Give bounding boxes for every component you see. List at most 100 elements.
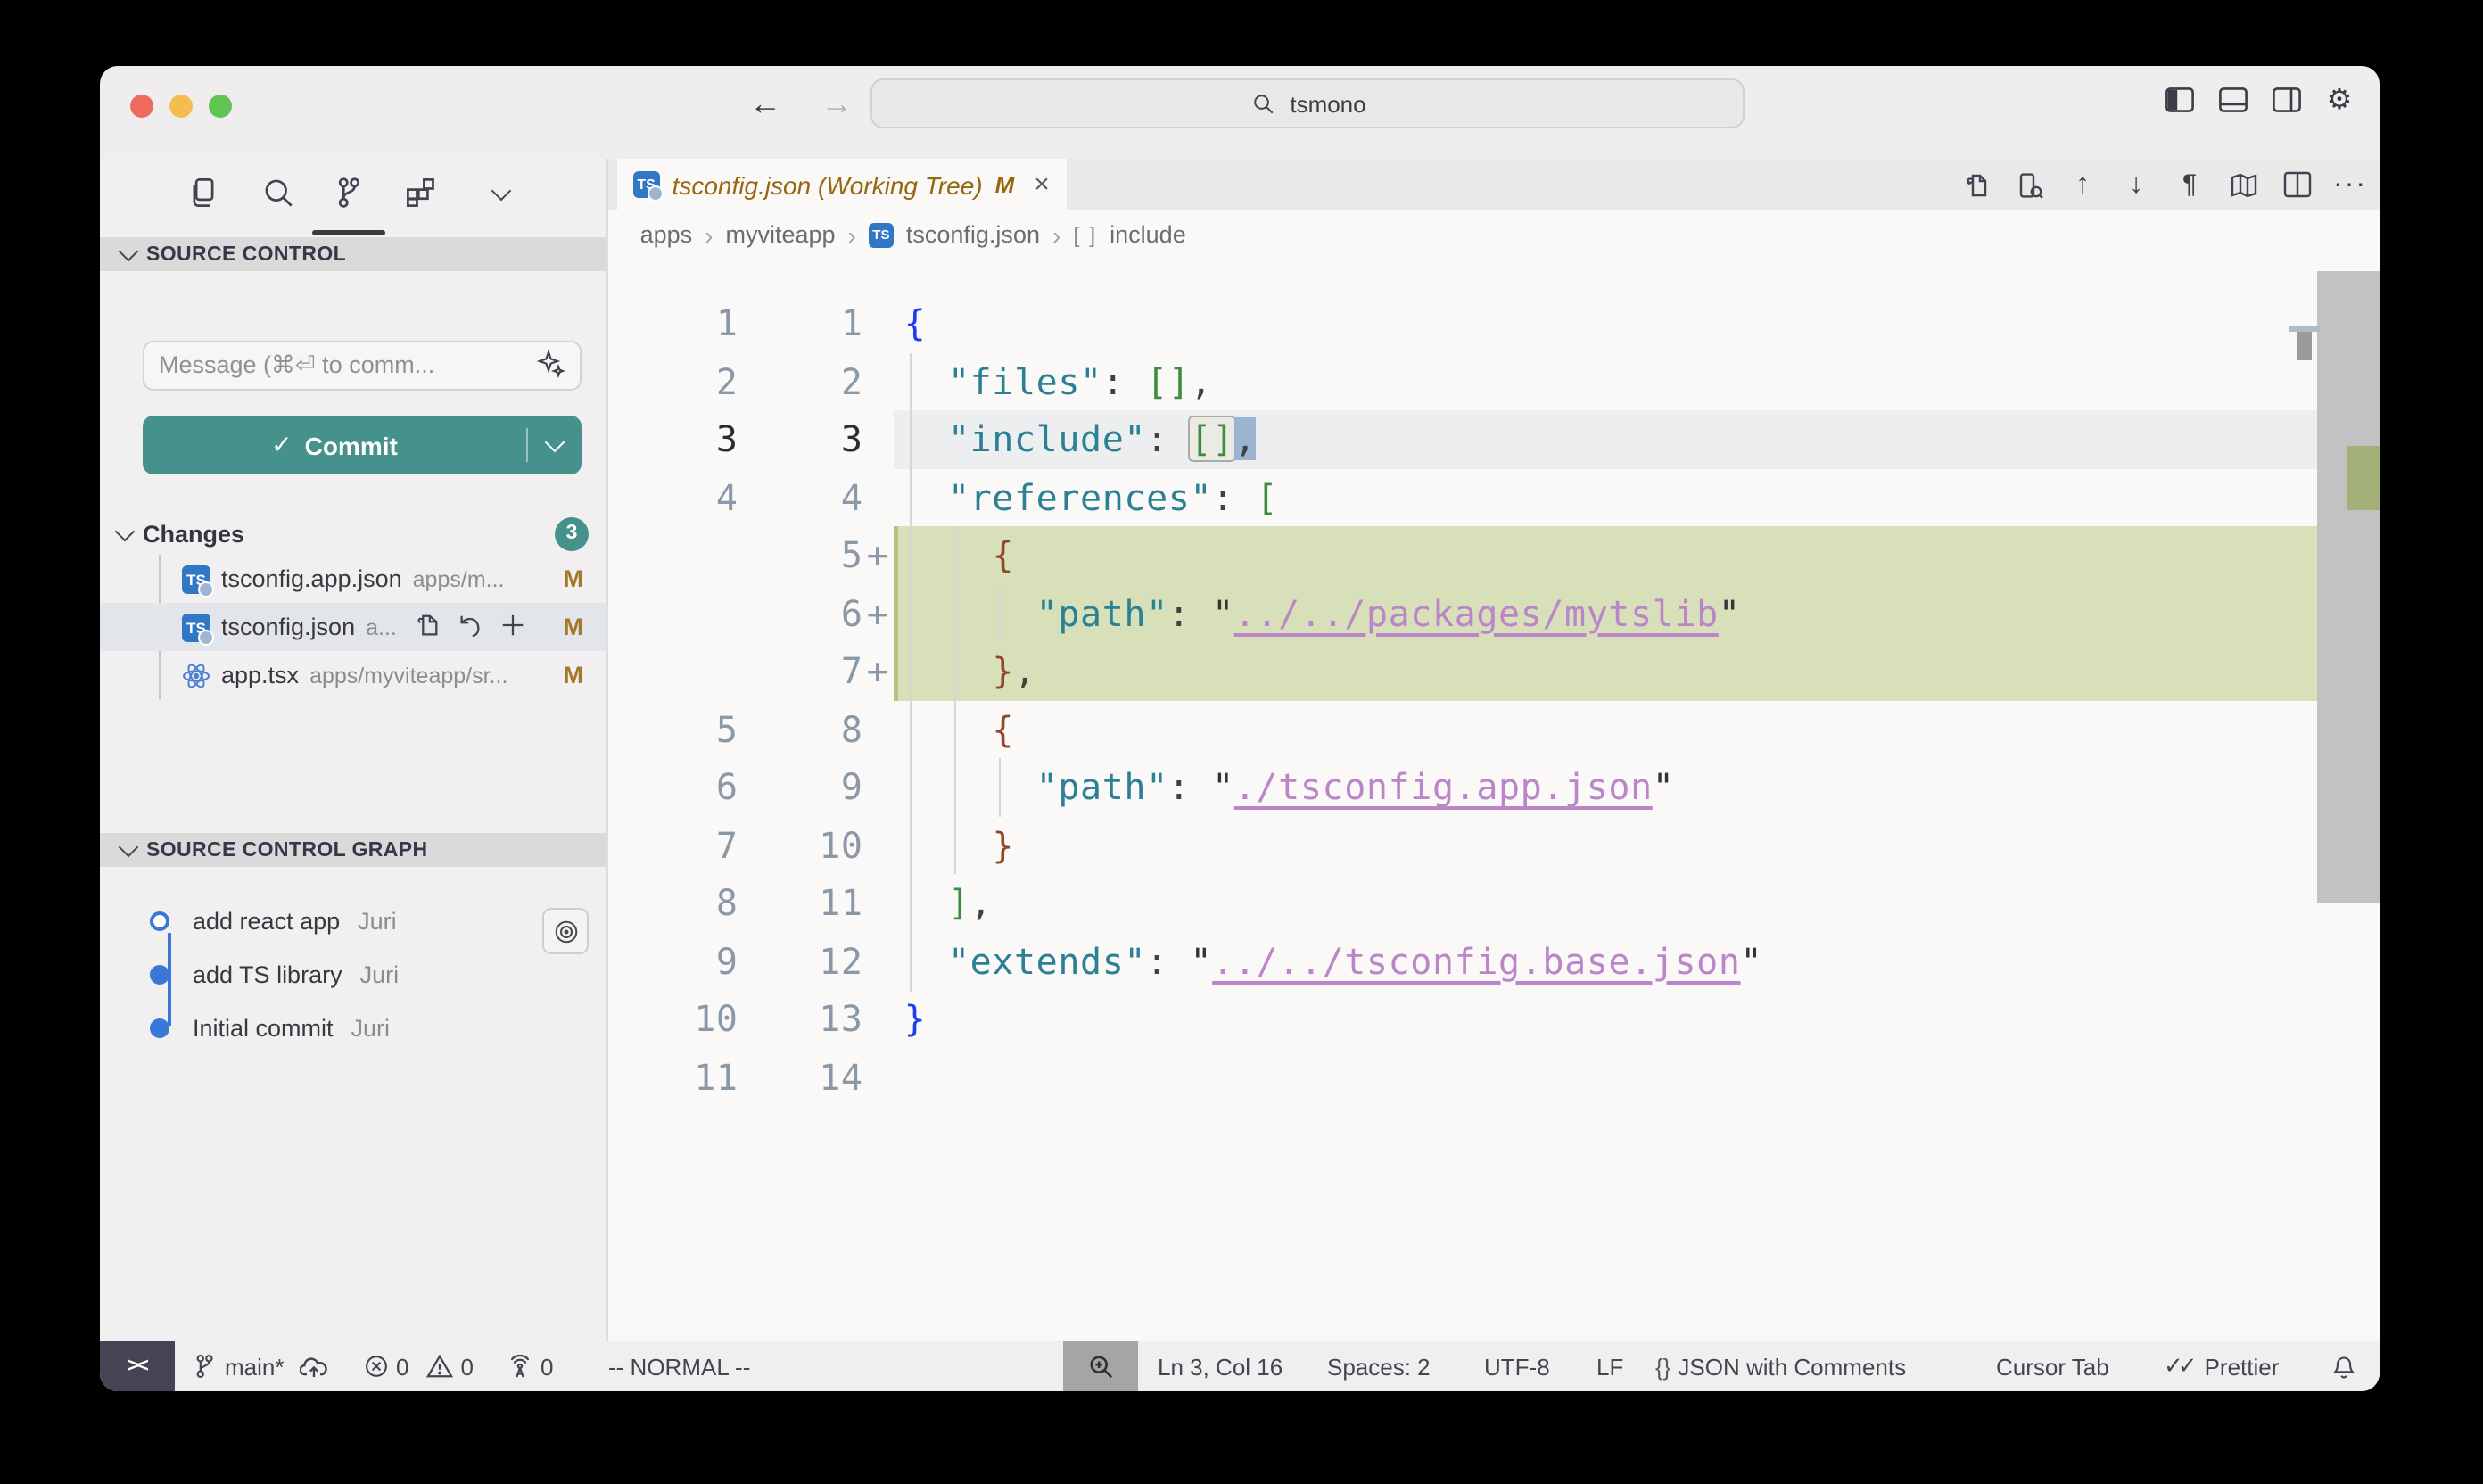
diff-added-marker <box>863 468 894 526</box>
breadcrumb-include[interactable]: include <box>1110 221 1186 248</box>
code-line[interactable]: 811 ], <box>608 874 2380 932</box>
close-window-button[interactable] <box>130 95 153 118</box>
code-lines: 11{22 "files": [],33 "include": [],44 "r… <box>608 294 2380 1106</box>
commit-message-input[interactable]: Message (⌘⏎ to comm... <box>143 341 582 391</box>
split-editor-icon[interactable] <box>2281 169 2312 200</box>
diff-added-marker <box>863 816 894 874</box>
source-control-view-icon[interactable] <box>326 169 373 216</box>
commit-row-add-react-app[interactable]: add react app Juri <box>100 897 606 944</box>
more-actions-icon[interactable]: ··· <box>2335 169 2365 200</box>
file-row-tsconfig-json[interactable]: TS tsconfig.json a... M <box>100 603 606 651</box>
code-line[interactable]: 11{ <box>608 294 2380 352</box>
language-mode-item[interactable]: {} JSON with Comments <box>1655 1341 1906 1391</box>
code-line[interactable]: 69 "path": "./tsconfig.app.json" <box>608 758 2380 816</box>
breadcrumb-tsconfig-json[interactable]: tsconfig.json <box>906 221 1040 248</box>
source-control-graph-header[interactable]: SOURCE CONTROL GRAPH <box>100 833 606 867</box>
new-line-number: 12 <box>738 932 863 990</box>
more-views-chevron-icon[interactable] <box>478 169 524 216</box>
ports-status-item[interactable]: 0 <box>507 1341 553 1391</box>
file-row-tsconfig-app-json[interactable]: TS tsconfig.app.json apps/m... M <box>100 555 606 603</box>
settings-gear-icon[interactable]: ⚙ <box>2324 84 2355 114</box>
commit-dropdown-button[interactable] <box>528 441 582 449</box>
code-line[interactable]: 58 { <box>608 700 2380 758</box>
new-line-number: 1 <box>738 294 863 352</box>
indentation-item[interactable]: Spaces: 2 <box>1327 1341 1431 1391</box>
formatter-item[interactable]: ✓✓ Prettier <box>2164 1341 2279 1391</box>
code-line[interactable]: 1013} <box>608 990 2380 1048</box>
tab-close-icon[interactable]: × <box>1034 169 1050 200</box>
vim-mode-indicator[interactable]: -- NORMAL -- <box>608 1341 750 1391</box>
new-line-number: 4 <box>738 468 863 526</box>
code-line[interactable]: 22 "files": [], <box>608 352 2380 410</box>
breadcrumb-apps[interactable]: apps <box>640 221 693 248</box>
inline-diff-view-icon[interactable] <box>2014 169 2044 200</box>
code-line[interactable]: 44 "references": [ <box>608 468 2380 526</box>
commit-author: Juri <box>351 1014 391 1041</box>
code-line[interactable]: 710 } <box>608 816 2380 874</box>
stage-changes-plus-icon[interactable] <box>500 611 527 643</box>
map-outline-icon[interactable] <box>2228 169 2258 200</box>
code-text <box>894 1048 2380 1106</box>
old-line-number <box>608 642 738 700</box>
cursor-tab-item[interactable]: Cursor Tab <box>1996 1341 2109 1391</box>
nav-back-icon[interactable]: ← <box>749 86 781 123</box>
zoom-status-button[interactable] <box>1063 1341 1138 1391</box>
open-file-icon[interactable] <box>415 611 441 643</box>
commit-message: add react app <box>193 907 340 934</box>
diff-added-marker <box>863 700 894 758</box>
code-line[interactable]: 1114 <box>608 1048 2380 1106</box>
discard-changes-icon[interactable] <box>458 611 484 643</box>
toggle-whitespace-icon[interactable]: ¶ <box>2174 169 2205 200</box>
commit-row-initial-commit[interactable]: Initial commit Juri <box>100 1004 606 1051</box>
collapse-chevron-icon <box>115 521 136 541</box>
commit-row-add-ts-library[interactable]: add TS library Juri <box>100 951 606 997</box>
source-control-section-header[interactable]: SOURCE CONTROL <box>100 237 606 271</box>
code-text: ], <box>894 874 2380 932</box>
diff-added-marker <box>863 758 894 816</box>
open-changes-icon[interactable] <box>1960 169 1991 200</box>
problems-status-item[interactable]: 0 0 <box>364 1341 474 1391</box>
breadcrumb-separator: › <box>848 220 856 249</box>
encoding-item[interactable]: UTF-8 <box>1484 1341 1550 1391</box>
extensions-icon[interactable] <box>398 169 444 216</box>
radio-tower-icon <box>507 1354 533 1379</box>
nav-forward-icon[interactable]: → <box>821 86 853 123</box>
commit-button[interactable]: ✓ Commit <box>143 416 582 474</box>
search-query: tsmono <box>1290 90 1365 117</box>
toggle-panel-icon[interactable] <box>2217 84 2248 114</box>
tab-bar: TS tsconfig.json (Working Tree) M × ↑ <box>608 159 2380 210</box>
scrollbar-slider[interactable] <box>2317 271 2380 903</box>
code-line[interactable]: 912 "extends": "../../tsconfig.base.json… <box>608 932 2380 990</box>
toggle-secondary-sidebar-icon[interactable] <box>2271 84 2301 114</box>
source-control-graph-title: SOURCE CONTROL GRAPH <box>146 839 428 861</box>
goto-current-history-item-button[interactable] <box>542 908 589 954</box>
maximize-window-button[interactable] <box>209 95 232 118</box>
command-center-search[interactable]: tsmono <box>870 78 1745 128</box>
breadcrumb-myviteapp[interactable]: myviteapp <box>725 221 835 248</box>
file-row-app-tsx[interactable]: app.tsx apps/myviteapp/sr... M <box>100 651 606 699</box>
changes-section-header[interactable]: Changes 3 <box>118 514 589 553</box>
toggle-primary-sidebar-icon[interactable] <box>2164 84 2194 114</box>
remote-indicator[interactable]: >< <box>100 1341 175 1391</box>
code-line[interactable]: 7+ }, <box>608 642 2380 700</box>
editor-group: TS tsconfig.json (Working Tree) M × ↑ <box>608 159 2380 1341</box>
sparkle-copilot-icon[interactable] <box>537 349 565 383</box>
next-change-icon[interactable]: ↓ <box>2121 169 2151 200</box>
diff-editor[interactable]: 11{22 "files": [],33 "include": [],44 "r… <box>608 259 2380 1341</box>
tab-tsconfig-json-working-tree[interactable]: TS tsconfig.json (Working Tree) M × <box>617 159 1068 210</box>
cursor-position-item[interactable]: Ln 3, Col 16 <box>1158 1341 1283 1391</box>
code-line[interactable]: 6+ "path": "../../packages/mytslib" <box>608 584 2380 642</box>
typescript-config-file-icon: TS <box>869 222 894 247</box>
indent-guide <box>999 758 1001 816</box>
search-view-icon[interactable] <box>255 169 301 216</box>
code-line[interactable]: 5+ { <box>608 526 2380 584</box>
sync-cloud-icon <box>301 1355 329 1378</box>
notifications-bell-item[interactable] <box>2331 1341 2356 1391</box>
branch-status-item[interactable]: main* <box>193 1341 329 1391</box>
eol-item[interactable]: LF <box>1596 1341 1623 1391</box>
code-line[interactable]: 33 "include": [], <box>608 410 2380 468</box>
diff-added-marker <box>863 410 894 468</box>
minimize-window-button[interactable] <box>169 95 193 118</box>
previous-change-icon[interactable]: ↑ <box>2067 169 2098 200</box>
explorer-icon[interactable] <box>180 169 227 216</box>
